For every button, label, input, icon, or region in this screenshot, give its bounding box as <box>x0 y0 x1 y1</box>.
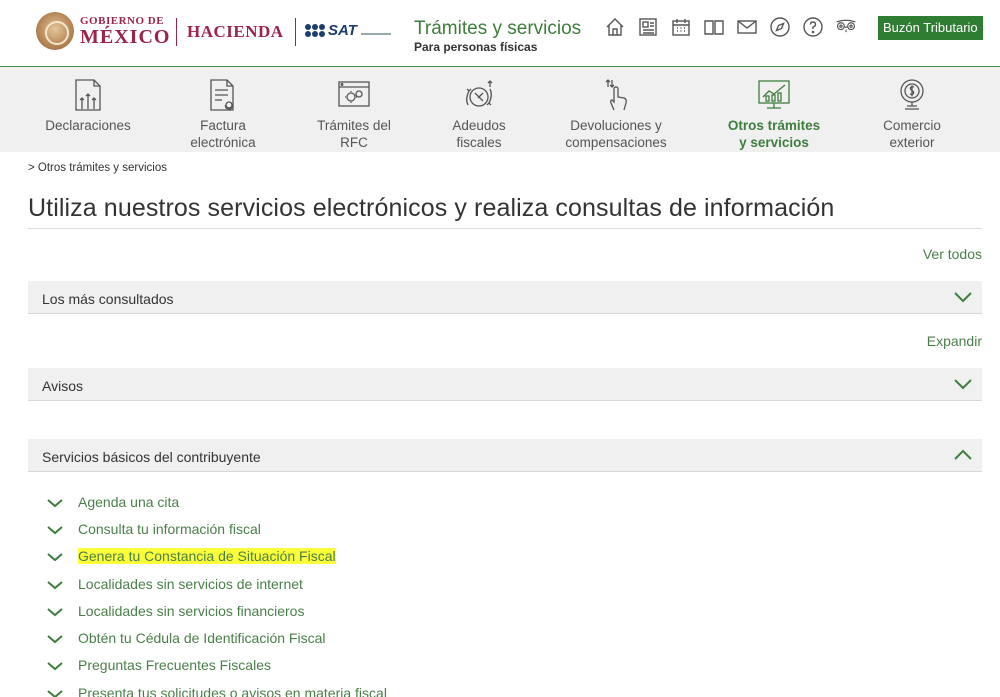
top-icon-bar <box>604 16 868 38</box>
book-icon[interactable] <box>703 16 725 38</box>
highlighted-service[interactable]: Genera tu Constancia de Situación Fiscal <box>78 548 336 565</box>
chevron-up-icon[interactable] <box>953 448 973 462</box>
devoluciones-icon <box>560 75 672 113</box>
nav-item-devoluciones[interactable]: Devoluciones y compensaciones <box>560 75 672 151</box>
home-icon[interactable] <box>604 16 626 38</box>
comercio-icon <box>872 75 952 113</box>
help-icon[interactable] <box>802 16 824 38</box>
factura-icon <box>180 75 266 113</box>
logo-divider <box>295 18 296 46</box>
gob-line2: MÉXICO <box>80 25 171 48</box>
service-item-agenda-cita[interactable]: Agenda una cita <box>46 488 387 515</box>
newspaper-icon[interactable] <box>637 16 659 38</box>
service-item-solicitudes[interactable]: Presenta tus solicitudes o avisos en mat… <box>46 679 387 697</box>
otros-icon <box>718 75 830 113</box>
rfc-icon <box>307 75 401 113</box>
logo-divider <box>176 18 177 46</box>
chevron-down-icon <box>46 578 64 590</box>
nav-item-tramites-rfc[interactable]: Trámites del RFC <box>307 75 401 151</box>
sat-dots-icon <box>305 24 325 37</box>
panel-label: Servicios básicos del contribuyente <box>42 449 261 465</box>
sat-logo[interactable]: SAT <box>305 22 391 39</box>
chevron-down-icon[interactable] <box>953 290 973 304</box>
nav-item-comercio-exterior[interactable]: Comercio exterior <box>872 75 952 151</box>
calendar-icon[interactable] <box>670 16 692 38</box>
chevron-down-icon <box>46 659 64 671</box>
breadcrumb[interactable]: > Otros trámites y servicios <box>28 162 167 174</box>
nav-item-factura[interactable]: Factura electrónica <box>180 75 266 151</box>
panel-label: Avisos <box>42 378 83 394</box>
chevron-down-icon <box>46 605 64 617</box>
page-title: Utiliza nuestros servicios electrónicos … <box>28 194 835 222</box>
nav-item-declaraciones[interactable]: Declaraciones <box>40 75 136 134</box>
chevron-down-icon <box>46 632 64 644</box>
panel-label: Los más consultados <box>42 291 174 307</box>
site-title[interactable]: Trámites y servicios Para personas físic… <box>414 18 581 54</box>
service-item-cedula[interactable]: Obtén tu Cédula de Identificación Fiscal <box>46 624 387 651</box>
nav-item-adeudos[interactable]: Adeudos fiscales <box>440 75 518 151</box>
mail-icon[interactable] <box>736 16 758 38</box>
service-item-consulta-info[interactable]: Consulta tu información fiscal <box>46 515 387 542</box>
gob-line1: GOBIERNO DE <box>80 14 165 27</box>
owl-icon[interactable] <box>835 16 857 38</box>
service-item-preguntas[interactable]: Preguntas Frecuentes Fiscales <box>46 652 387 679</box>
services-list: Agenda una cita Consulta tu información … <box>46 488 387 697</box>
chevron-down-icon <box>46 523 64 535</box>
service-item-sin-internet[interactable]: Localidades sin servicios de internet <box>46 570 387 597</box>
gobierno-mexico-logo[interactable]: GOBIERNO DE MÉXICO <box>36 12 170 50</box>
chevron-down-icon <box>46 687 64 697</box>
service-item-constancia[interactable]: Genera tu Constancia de Situación Fiscal <box>46 543 387 570</box>
main-nav: Declaraciones Factura electrónica Trámit… <box>0 66 1000 152</box>
panel-avisos[interactable]: Avisos <box>28 368 982 401</box>
panel-mas-consultados[interactable]: Los más consultados <box>28 281 982 314</box>
chevron-down-icon[interactable] <box>953 377 973 391</box>
declaraciones-icon <box>40 75 136 113</box>
ver-todos-link[interactable]: Ver todos <box>923 246 982 262</box>
compass-icon[interactable] <box>769 16 791 38</box>
hacienda-logo[interactable]: HACIENDA <box>187 22 284 43</box>
adeudos-icon <box>440 75 518 113</box>
panel-servicios-basicos[interactable]: Servicios básicos del contribuyente <box>28 439 982 472</box>
buzon-tributario-button[interactable]: Buzón Tributario <box>878 16 983 40</box>
nav-item-otros-tramites[interactable]: Otros trámites y servicios <box>718 75 830 151</box>
chevron-down-icon <box>46 496 64 508</box>
service-item-sin-financieros[interactable]: Localidades sin servicios financieros <box>46 597 387 624</box>
chevron-down-icon <box>46 550 64 562</box>
mexico-seal-icon <box>36 12 74 50</box>
top-header: GOBIERNO DE MÉXICO HACIENDA SAT Trámites… <box>0 0 1000 66</box>
expandir-link[interactable]: Expandir <box>927 333 982 349</box>
title-divider <box>28 228 982 229</box>
